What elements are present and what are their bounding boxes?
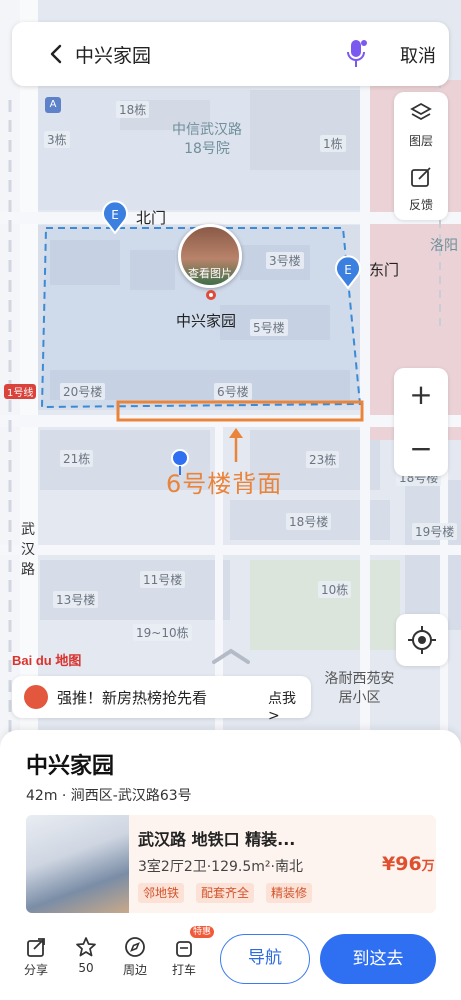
baidu-logo: Bai du 地图 xyxy=(12,650,81,669)
listing-spec: 3室2厅2卫·129.5m²·南北 xyxy=(138,859,303,875)
place-luoyang[interactable]: 洛阳 xyxy=(430,237,458,256)
photo-bubble[interactable]: 查看图片 xyxy=(178,224,242,288)
back-arrow-icon[interactable] xyxy=(46,43,68,65)
building-label: 6号楼 xyxy=(214,383,252,400)
listing-tag: 邻地铁 xyxy=(138,883,185,903)
road-label: 武汉路 xyxy=(21,522,35,578)
listing-card[interactable]: 武汉路 地铁口 精装... 3室2厅2卫·129.5m²·南北 ¥96万 邻地铁… xyxy=(26,815,436,913)
zoom-in-button[interactable]: + xyxy=(394,368,448,422)
place-subtitle: 42m · 涧西区-武汉路63号 xyxy=(26,788,192,804)
favorite-count: 50 xyxy=(78,961,94,975)
metro-line-label: 1号线 xyxy=(4,384,37,399)
navigate-button[interactable]: 导航 xyxy=(220,934,310,984)
promo-cta[interactable]: 点我 > xyxy=(268,688,311,724)
gate-pin-icon: E xyxy=(335,255,361,290)
place-zhongxin[interactable]: 中信武汉路18号院 xyxy=(166,121,248,159)
go-here-button[interactable]: 到这去 xyxy=(320,934,436,984)
building-label: 21栋 xyxy=(60,450,94,467)
listing-price-value: ¥96 xyxy=(382,853,422,875)
compass-icon xyxy=(125,937,145,957)
building-label: 3号楼 xyxy=(266,252,304,269)
map-canvas[interactable]: 18栋 3栋 1栋 3号楼 5号楼 20号楼 6号楼 21栋 23栋 18号楼 … xyxy=(0,0,461,760)
feedback-label: 反馈 xyxy=(408,198,433,212)
building-label: 1栋 xyxy=(320,135,346,152)
photo-bubble-label: 查看图片 xyxy=(188,267,232,280)
building-label: 3栋 xyxy=(44,131,70,148)
share-label: 分享 xyxy=(23,963,48,977)
listing-price: ¥96万 xyxy=(382,853,435,875)
place-luonai[interactable]: 洛耐西苑安居小区 xyxy=(322,670,397,708)
share-button[interactable]: 分享 xyxy=(16,936,56,978)
svg-text:E: E xyxy=(111,208,119,222)
building-label: 19~10栋 xyxy=(133,624,192,641)
place-title: 中兴家园 xyxy=(26,754,115,779)
building-label: 23栋 xyxy=(306,451,340,468)
building-label: 19号楼 xyxy=(412,523,458,540)
layers-button[interactable]: 图层 xyxy=(394,92,448,154)
feedback-button[interactable]: 反馈 xyxy=(394,156,448,218)
building-label: 20号楼 xyxy=(60,383,106,400)
zoom-controls: + − xyxy=(394,368,448,476)
complex-name-label: 中兴家园 xyxy=(176,312,237,330)
listing-price-unit: 万 xyxy=(421,859,435,874)
layers-icon xyxy=(410,102,432,121)
taxi-icon xyxy=(176,941,192,957)
east-gate-marker[interactable]: E xyxy=(334,255,362,290)
taxi-button[interactable]: 打车 xyxy=(164,936,204,978)
annotation-text: 6号楼背面 xyxy=(166,470,283,498)
building-label: 10栋 xyxy=(318,581,352,598)
baidu-logo-text: Bai du 地图 xyxy=(12,653,82,668)
listing-tag: 精装修 xyxy=(266,883,313,903)
taxi-promo-badge: 特惠 xyxy=(190,926,215,938)
search-input[interactable]: 中兴家园 xyxy=(75,41,151,68)
feedback-icon xyxy=(411,167,431,187)
svg-text:E: E xyxy=(344,263,352,277)
building-label: 18栋 xyxy=(116,101,150,118)
listing-photo xyxy=(26,815,129,913)
favorite-button[interactable]: 50 xyxy=(66,936,106,975)
share-icon xyxy=(27,938,45,957)
building-label: 13号楼 xyxy=(53,591,99,608)
north-gate-label: 北门 xyxy=(136,209,167,227)
east-gate-label: 东门 xyxy=(369,261,400,279)
crosshair-icon xyxy=(408,626,436,654)
gate-pin-icon: E xyxy=(102,200,128,235)
building-label: 5号楼 xyxy=(250,319,288,336)
nearby-label: 周边 xyxy=(122,963,147,977)
building-label: 11号楼 xyxy=(140,571,186,588)
cancel-button[interactable]: 取消 xyxy=(400,42,436,68)
building-label: 18号楼 xyxy=(286,513,332,530)
nearby-button[interactable]: 周边 xyxy=(115,936,155,978)
locate-me-button[interactable] xyxy=(396,614,448,666)
promo-banner[interactable]: 强推！新房热榜抢先看 点我 > xyxy=(12,676,311,724)
listing-title: 武汉路 地铁口 精装... xyxy=(138,830,296,849)
house-icon xyxy=(24,685,48,709)
promo-text: 强推！新房热榜抢先看 xyxy=(57,689,208,707)
complex-pin xyxy=(206,290,216,300)
taxi-label: 打车 xyxy=(171,963,196,977)
voice-mic-icon[interactable] xyxy=(346,38,368,70)
star-icon xyxy=(76,937,96,957)
chevron-up-icon[interactable] xyxy=(212,648,250,664)
zoom-out-button[interactable]: − xyxy=(394,422,448,476)
map-base xyxy=(0,0,461,760)
search-bar[interactable]: 中兴家园 取消 xyxy=(12,22,449,86)
north-gate-marker[interactable]: E xyxy=(101,200,129,235)
layers-label: 图层 xyxy=(408,134,433,148)
map-tools-panel: 图层 反馈 xyxy=(394,92,448,220)
listing-tag: 配套齐全 xyxy=(196,883,255,903)
metro-station-marker: A xyxy=(45,97,61,113)
